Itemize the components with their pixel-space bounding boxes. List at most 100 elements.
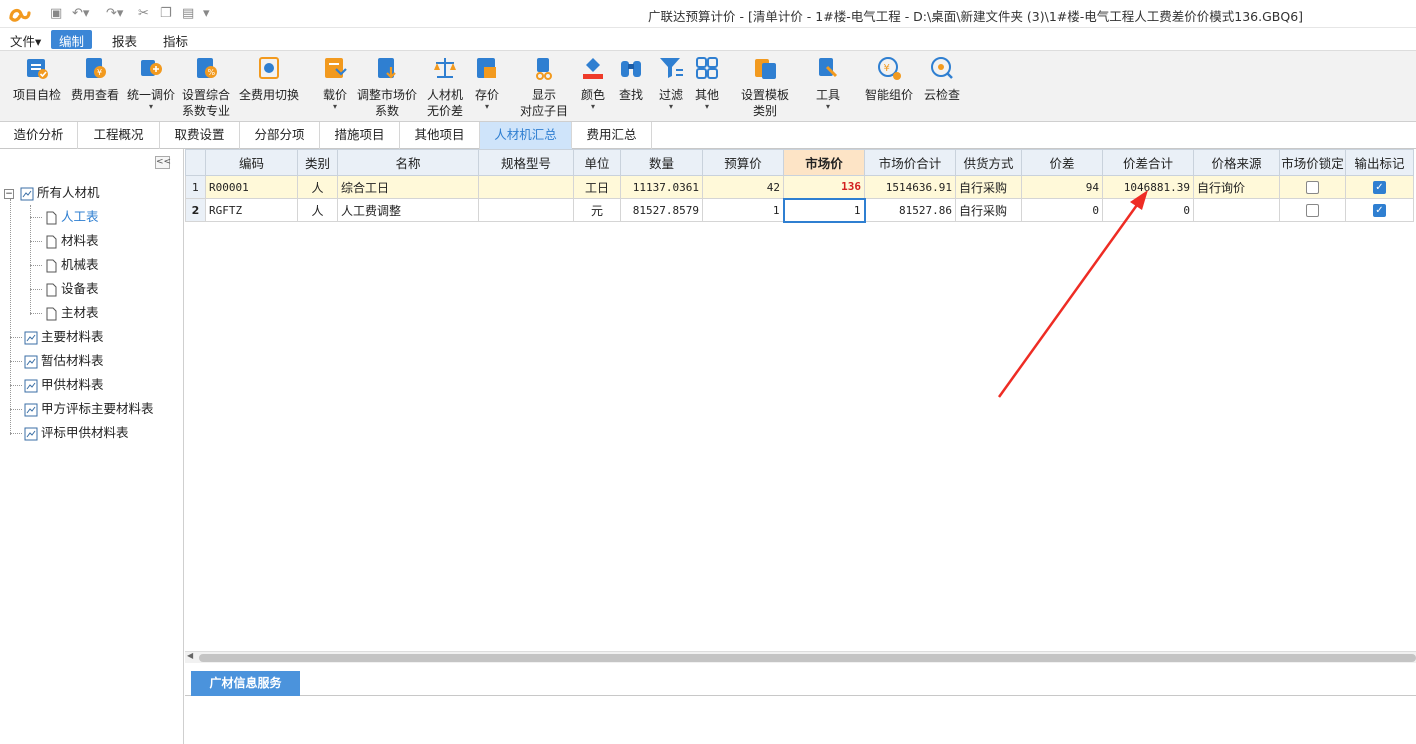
tree-node-main-material[interactable]: 主材表 [44, 303, 99, 323]
tree-node-provisional[interactable]: 暂估材料表 [24, 351, 104, 371]
col-header-qty[interactable]: 数量 [620, 149, 703, 176]
menu-edit[interactable]: 编制 [51, 30, 93, 49]
full-cost-switch-button[interactable]: 全费用切换 [238, 53, 300, 103]
tab-other-items[interactable]: 其他项目 [400, 122, 480, 149]
tree-node-machine[interactable]: 机械表 [44, 255, 99, 275]
project-check-button[interactable]: 项目自检 [10, 53, 64, 103]
cloud-check-button[interactable]: 云检查 [920, 53, 964, 103]
col-header-supply[interactable]: 供货方式 [955, 149, 1022, 176]
undo-icon[interactable]: ↶▾ [72, 6, 89, 21]
cell-market-price[interactable]: 136 [783, 175, 865, 199]
cell-type[interactable]: 人 [297, 198, 338, 222]
other-button[interactable]: 其他 ▾ [690, 53, 724, 111]
cell-code[interactable]: R00001 [205, 175, 298, 199]
no-price-diff-button[interactable]: 人材机 无价差 [422, 53, 468, 119]
col-header-spec[interactable]: 规格型号 [478, 149, 574, 176]
copy-icon[interactable]: ❐ [160, 6, 172, 21]
col-header-type[interactable]: 类别 [297, 149, 338, 176]
tab-cost-analysis[interactable]: 造价分析 [0, 122, 78, 149]
cell-spec[interactable] [478, 175, 574, 199]
tree-node-material[interactable]: 材料表 [44, 231, 99, 251]
scroll-left-icon[interactable]: ◀ [187, 651, 193, 660]
cell-qty[interactable]: 11137.0361 [620, 175, 703, 199]
tree-expand-icon[interactable]: − [4, 188, 14, 199]
col-header-output[interactable]: 输出标记 [1345, 149, 1414, 176]
col-header-market-total[interactable]: 市场价合计 [864, 149, 956, 176]
fee-view-button[interactable]: ¥ 费用查看 [68, 53, 122, 103]
cell-source[interactable] [1193, 198, 1280, 222]
color-button[interactable]: 颜色 ▾ [576, 53, 610, 111]
cell-market-price-editing[interactable]: 1 [782, 197, 866, 223]
tab-project-overview[interactable]: 工程概况 [78, 122, 160, 149]
col-header-budget[interactable]: 预算价 [702, 149, 784, 176]
row-number[interactable]: 2 [185, 198, 206, 222]
cell-spec[interactable] [478, 198, 574, 222]
col-header-market[interactable]: 市场价 [783, 149, 865, 176]
cell-market-total[interactable]: 81527.86 [864, 198, 956, 222]
cell-name[interactable]: 综合工日 [337, 175, 479, 199]
output-checkbox[interactable]: ✓ [1373, 204, 1386, 217]
col-header-code[interactable]: 编码 [205, 149, 298, 176]
tree-node-labor[interactable]: 人工表 [44, 207, 99, 227]
tab-measures[interactable]: 措施项目 [320, 122, 400, 149]
tools-button[interactable]: 工具 ▾ [810, 53, 846, 111]
lock-checkbox[interactable] [1306, 204, 1319, 217]
cell-market-total[interactable]: 1514636.91 [864, 175, 956, 199]
tab-fee-settings[interactable]: 取费设置 [160, 122, 240, 149]
col-header-source[interactable]: 价格来源 [1193, 149, 1280, 176]
smart-pricing-button[interactable]: ¥ 智能组价 [862, 53, 916, 103]
save-icon[interactable]: ▣ [50, 6, 62, 21]
tab-fee-summary[interactable]: 费用汇总 [572, 122, 652, 149]
tree-node-major-materials[interactable]: 主要材料表 [24, 327, 104, 347]
smart-pricing-label: 智能组价 [864, 88, 913, 102]
cell-name[interactable]: 人工费调整 [337, 198, 479, 222]
save-price-button[interactable]: 存价 ▾ [470, 53, 504, 111]
load-price-button[interactable]: 载价 ▾ [318, 53, 352, 111]
col-header-unit[interactable]: 单位 [573, 149, 621, 176]
cell-code[interactable]: RGFTZ [205, 198, 298, 222]
tab-material-info-service[interactable]: 广材信息服务 [191, 671, 300, 696]
redo-icon[interactable]: ↷▾ [106, 6, 123, 21]
col-header-lock[interactable]: 市场价锁定 [1279, 149, 1346, 176]
tab-sub-items[interactable]: 分部分项 [240, 122, 320, 149]
table-row[interactable]: 1 R00001 人 综合工日 工日 11137.0361 42 136 151… [185, 175, 1414, 199]
document-icon [46, 307, 57, 320]
table-icon [24, 355, 38, 368]
show-related-items-button[interactable]: 显示 对应子目 [516, 53, 572, 119]
tree-node-bid-owner-supplied[interactable]: 评标甲供材料表 [24, 423, 129, 443]
lock-checkbox[interactable] [1306, 181, 1319, 194]
cell-budget[interactable]: 1 [702, 198, 784, 222]
paste-icon[interactable]: ▤ [182, 6, 194, 21]
horizontal-scrollbar[interactable]: ◀ [185, 651, 1416, 663]
adjust-market-coefficient-button[interactable]: 调整市场价 系数 [354, 53, 420, 119]
unified-adjust-button[interactable]: 统一调价 ▾ [124, 53, 178, 111]
set-coefficient-button[interactable]: % 设置综合 系数专业 [180, 53, 232, 119]
row-number[interactable]: 1 [185, 175, 206, 199]
cell-source[interactable]: 自行询价 [1193, 175, 1280, 199]
col-header-name[interactable]: 名称 [337, 149, 479, 176]
collapse-pane-button[interactable]: << [155, 156, 171, 169]
cell-type[interactable]: 人 [297, 175, 338, 199]
col-header-diff[interactable]: 价差 [1021, 149, 1103, 176]
tree-node-equipment[interactable]: 设备表 [44, 279, 99, 299]
output-checkbox[interactable]: ✓ [1373, 181, 1386, 194]
cell-unit[interactable]: 工日 [573, 175, 621, 199]
cell-budget[interactable]: 42 [702, 175, 784, 199]
tree-node-bid-major[interactable]: 甲方评标主要材料表 [24, 399, 154, 419]
cut-icon[interactable]: ✂ [138, 6, 149, 21]
filter-button[interactable]: 过滤 ▾ [654, 53, 688, 111]
col-header-diff-total[interactable]: 价差合计 [1102, 149, 1194, 176]
customize-quick-access-icon[interactable]: ▾ [203, 6, 210, 21]
cell-qty[interactable]: 81527.8579 [620, 198, 703, 222]
table-row[interactable]: 2 RGFTZ 人 人工费调整 元 81527.8579 1 1 81527.8… [185, 197, 1414, 223]
cell-unit[interactable]: 元 [573, 198, 621, 222]
find-button[interactable]: 查找 [614, 53, 648, 103]
tab-labor-material-summary[interactable]: 人材机汇总 [480, 122, 572, 149]
tree-node-owner-supplied[interactable]: 甲供材料表 [24, 375, 104, 395]
tree-node-all[interactable]: − 所有人材机 [4, 183, 100, 203]
menu-report[interactable]: 报表 [104, 30, 145, 49]
set-template-category-button[interactable]: 设置模板 类别 [736, 53, 794, 119]
menu-file[interactable]: 文件▾ [2, 30, 49, 49]
menu-indicator[interactable]: 指标 [155, 30, 196, 49]
scrollbar-thumb[interactable] [199, 654, 1416, 662]
